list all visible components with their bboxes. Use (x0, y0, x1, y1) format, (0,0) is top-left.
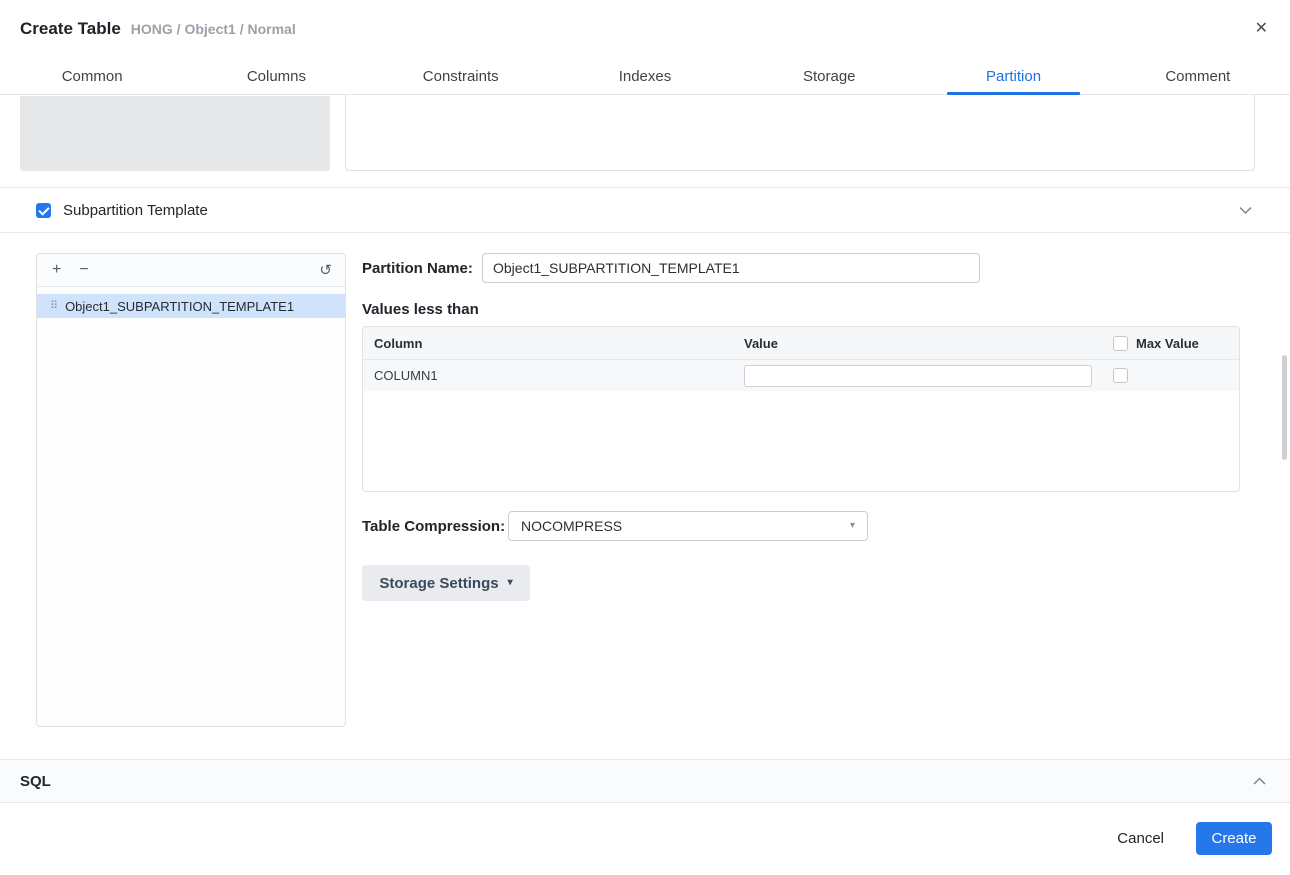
cancel-button[interactable]: Cancel (1117, 830, 1164, 847)
tab-partition[interactable]: Partition (921, 58, 1105, 95)
max-value-row-checkbox[interactable] (1113, 368, 1128, 383)
chevron-down-icon[interactable] (1239, 206, 1252, 215)
tab-label: Indexes (618, 67, 672, 85)
table-compression-value: NOCOMPRESS (521, 518, 623, 534)
values-table: Column Value Max Value COLUMN1 (362, 326, 1240, 492)
close-icon[interactable]: ✕ (1255, 21, 1268, 37)
cropped-panel-right (345, 95, 1255, 171)
list-item-selected[interactable]: ⠿ Object1_SUBPARTITION_TEMPLATE1 (37, 294, 345, 318)
list-toolbar: + − ↺ (37, 254, 345, 287)
tab-label: Columns (246, 67, 307, 85)
remove-item-button[interactable]: − (79, 262, 88, 278)
tab-label: Partition (986, 67, 1042, 85)
subpartition-list: ⠿ Object1_SUBPARTITION_TEMPLATE1 (37, 287, 345, 318)
tab-bar: Common Columns Constraints Indexes Stora… (0, 58, 1290, 95)
vertical-scrollbar-thumb[interactable] (1282, 355, 1287, 460)
tab-constraints[interactable]: Constraints (369, 58, 553, 94)
subpartition-list-panel: + − ↺ ⠿ Object1_SUBPARTITION_TEMPLATE1 (36, 253, 346, 727)
tab-label: Storage (802, 67, 856, 85)
dialog-footer: Cancel Create (1117, 822, 1272, 855)
tab-label: Common (61, 67, 123, 85)
max-value-header-checkbox[interactable] (1113, 335, 1128, 351)
partition-name-label: Partition Name: (362, 260, 473, 277)
sql-section-bar[interactable]: SQL (0, 759, 1290, 803)
storage-settings-button[interactable]: Storage Settings ▾ (362, 565, 530, 601)
tab-label: Comment (1165, 67, 1231, 85)
tab-indexes[interactable]: Indexes (553, 58, 737, 94)
table-row: COLUMN1 (363, 360, 1239, 391)
tab-label: Constraints (422, 67, 499, 85)
dialog-header: Create Table HONG / Object1 / Normal ✕ (0, 0, 1290, 58)
subpartition-template-checkbox[interactable] (36, 202, 51, 218)
drag-handle-icon[interactable]: ⠿ (50, 300, 58, 312)
subpartition-template-label: Subpartition Template (63, 201, 208, 219)
storage-settings-label: Storage Settings (379, 574, 499, 592)
subpartition-template-section-header: Subpartition Template (0, 187, 1290, 233)
tab-comment[interactable]: Comment (1106, 58, 1290, 94)
partition-name-input[interactable] (482, 253, 980, 283)
value-input[interactable] (744, 364, 1092, 387)
cropped-panel-left (20, 96, 330, 171)
table-compression-select[interactable]: NOCOMPRESS ▾ (508, 511, 868, 541)
sql-section-label: SQL (20, 772, 51, 790)
tab-columns[interactable]: Columns (184, 58, 368, 94)
value-cell (744, 364, 1113, 387)
max-value-cell (1113, 368, 1239, 383)
column-header-max-value: Max Value (1113, 335, 1239, 351)
refresh-icon[interactable]: ↺ (319, 261, 332, 279)
caret-down-icon: ▾ (849, 520, 855, 531)
add-item-button[interactable]: + (52, 262, 61, 278)
column-name-cell: COLUMN1 (374, 368, 438, 383)
list-item-label: Object1_SUBPARTITION_TEMPLATE1 (65, 298, 295, 314)
breadcrumb: HONG / Object1 / Normal (130, 21, 296, 37)
create-button[interactable]: Create (1196, 822, 1272, 855)
values-less-than-label: Values less than (362, 301, 479, 318)
column-header-column: Column (374, 335, 423, 351)
page-title: Create Table (20, 19, 121, 38)
table-compression-label: Table Compression: (362, 518, 506, 535)
chevron-up-icon[interactable] (1253, 776, 1266, 786)
max-value-header-label: Max Value (1136, 335, 1199, 351)
tab-storage[interactable]: Storage (737, 58, 921, 94)
column-header-value: Value (744, 335, 778, 351)
values-table-header: Column Value Max Value (363, 327, 1239, 360)
tab-common[interactable]: Common (0, 58, 184, 94)
caret-down-icon: ▾ (507, 577, 513, 588)
